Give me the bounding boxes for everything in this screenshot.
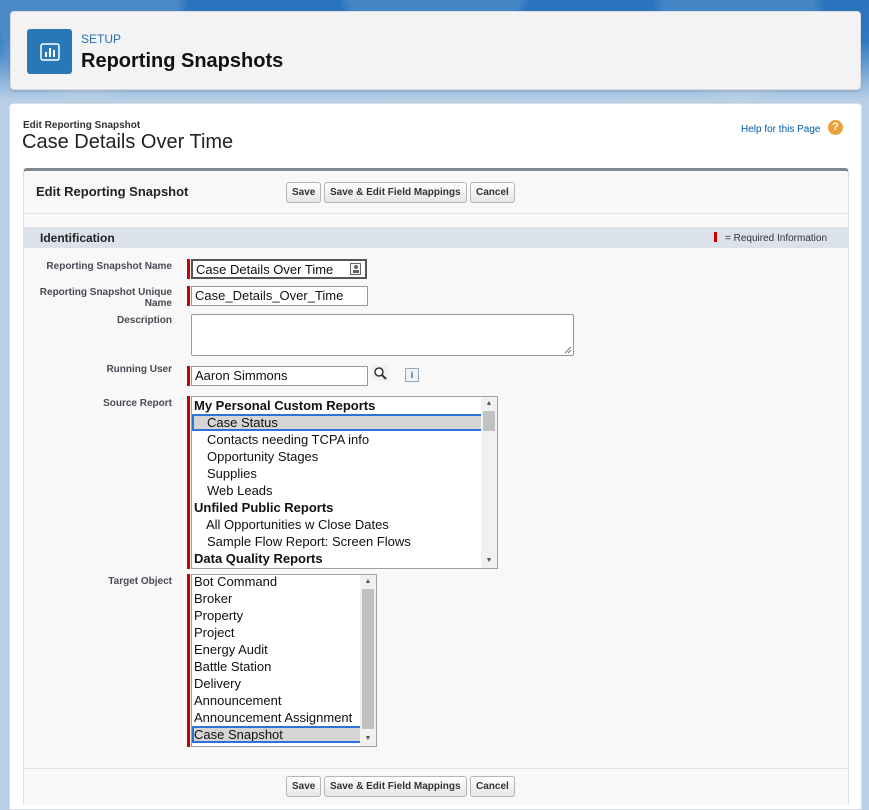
main-content: Edit Reporting Snapshot Case Details Ove… [9, 103, 862, 810]
cancel-button[interactable]: Cancel [470, 182, 515, 203]
running-user-input[interactable]: Aaron Simmons [191, 366, 368, 386]
help-link[interactable]: Help for this Page [741, 124, 821, 135]
contact-card-icon [350, 263, 361, 275]
scroll-up-arrow-icon[interactable]: ▲ [481, 397, 497, 411]
snapshot-name-input[interactable]: Case Details Over Time [191, 259, 367, 279]
required-marker [187, 259, 190, 279]
resize-handle-icon[interactable] [564, 346, 572, 354]
listbox-option[interactable]: Property [192, 607, 362, 624]
listbox-option[interactable]: Broker [192, 590, 362, 607]
divider [24, 213, 848, 214]
required-marker [187, 286, 190, 306]
listbox-optgroup: Unfiled Public Reports [194, 500, 334, 515]
reports-icon [27, 29, 72, 74]
unique-name-input[interactable]: Case_Details_Over_Time [191, 286, 368, 306]
required-marker [187, 396, 190, 569]
listbox-option[interactable]: All Opportunities w Close Dates [192, 516, 483, 533]
listbox-option[interactable]: Case Status [192, 414, 483, 431]
setup-breadcrumb[interactable]: SETUP [81, 32, 121, 46]
listbox-optgroup: My Personal Custom Reports [194, 398, 376, 413]
section-title: Identification [40, 231, 115, 245]
scroll-down-arrow-icon[interactable]: ▼ [360, 732, 376, 746]
setup-header: SETUP Reporting Snapshots [10, 11, 861, 90]
target-object-listbox[interactable]: Bot Command Broker Property Project Energy A… [191, 574, 377, 747]
divider [24, 768, 848, 769]
required-marker [714, 232, 717, 242]
page-header-title: Reporting Snapshots [81, 50, 284, 72]
save-button[interactable]: Save [286, 182, 322, 203]
scroll-up-arrow-icon[interactable]: ▲ [360, 575, 376, 589]
page-subtitle: Edit Reporting Snapshot [23, 120, 141, 131]
unique-name-label: Reporting Snapshot Unique Name [39, 287, 172, 309]
description-label: Description [116, 315, 172, 326]
save-edit-field-mappings-button-bottom[interactable]: Save & Edit Field Mappings [324, 776, 467, 797]
cancel-button-bottom[interactable]: Cancel [470, 776, 515, 797]
required-marker [187, 366, 190, 386]
target-object-label: Target Object [108, 576, 172, 587]
edit-block: Edit Reporting Snapshot Save Save & Edit… [23, 168, 849, 805]
listbox-option[interactable]: Energy Audit [192, 641, 362, 658]
listbox-option[interactable]: Announcement [192, 692, 362, 709]
listbox-scrollbar[interactable]: ▲ ▼ [481, 397, 497, 568]
help-icon[interactable]: ? [828, 120, 843, 135]
listbox-optgroup: Data Quality Reports [194, 551, 323, 566]
listbox-option[interactable]: Battle Station [192, 658, 362, 675]
listbox-scrollbar[interactable]: ▲ ▼ [360, 575, 376, 746]
source-report-listbox[interactable]: My Personal Custom Reports Case Status Con… [191, 396, 498, 569]
unique-name-value: Case_Details_Over_Time [195, 288, 344, 303]
source-report-label: Source Report [103, 398, 172, 409]
required-marker [187, 574, 190, 747]
listbox-option[interactable]: Bot Command [192, 575, 362, 590]
required-info-legend: = Required Information [714, 232, 827, 244]
page-title: Case Details Over Time [22, 131, 234, 153]
listbox-option[interactable]: Case Snapshot [192, 726, 362, 743]
save-button-bottom[interactable]: Save [286, 776, 322, 797]
scroll-thumb[interactable] [362, 589, 374, 729]
listbox-option[interactable]: Supplies [192, 465, 483, 482]
running-user-label: Running User [106, 364, 172, 375]
lookup-search-icon[interactable] [372, 365, 388, 381]
required-info-text: = Required Information [725, 233, 828, 244]
listbox-option[interactable]: Web Leads [192, 482, 483, 499]
running-user-value: Aaron Simmons [195, 368, 288, 383]
listbox-option[interactable]: Sample Flow Report: Screen Flows [192, 533, 483, 550]
listbox-option[interactable]: Contacts needing TCPA info [192, 431, 483, 448]
listbox-option[interactable]: Project [192, 624, 362, 641]
description-textarea[interactable] [191, 314, 574, 356]
snapshot-name-label: Reporting Snapshot Name [46, 261, 172, 272]
snapshot-name-value: Case Details Over Time [196, 262, 334, 277]
save-edit-field-mappings-button[interactable]: Save & Edit Field Mappings [324, 182, 467, 203]
scroll-thumb[interactable] [483, 411, 495, 431]
section-header: Identification = Required Information [24, 227, 848, 248]
listbox-option[interactable]: Announcement Assignment [192, 709, 362, 726]
listbox-option[interactable]: Opportunity Stages [192, 448, 483, 465]
block-title: Edit Reporting Snapshot [36, 184, 189, 199]
info-icon[interactable]: i [405, 368, 419, 382]
listbox-option[interactable]: Delivery [192, 675, 362, 692]
scroll-down-arrow-icon[interactable]: ▼ [481, 554, 497, 568]
